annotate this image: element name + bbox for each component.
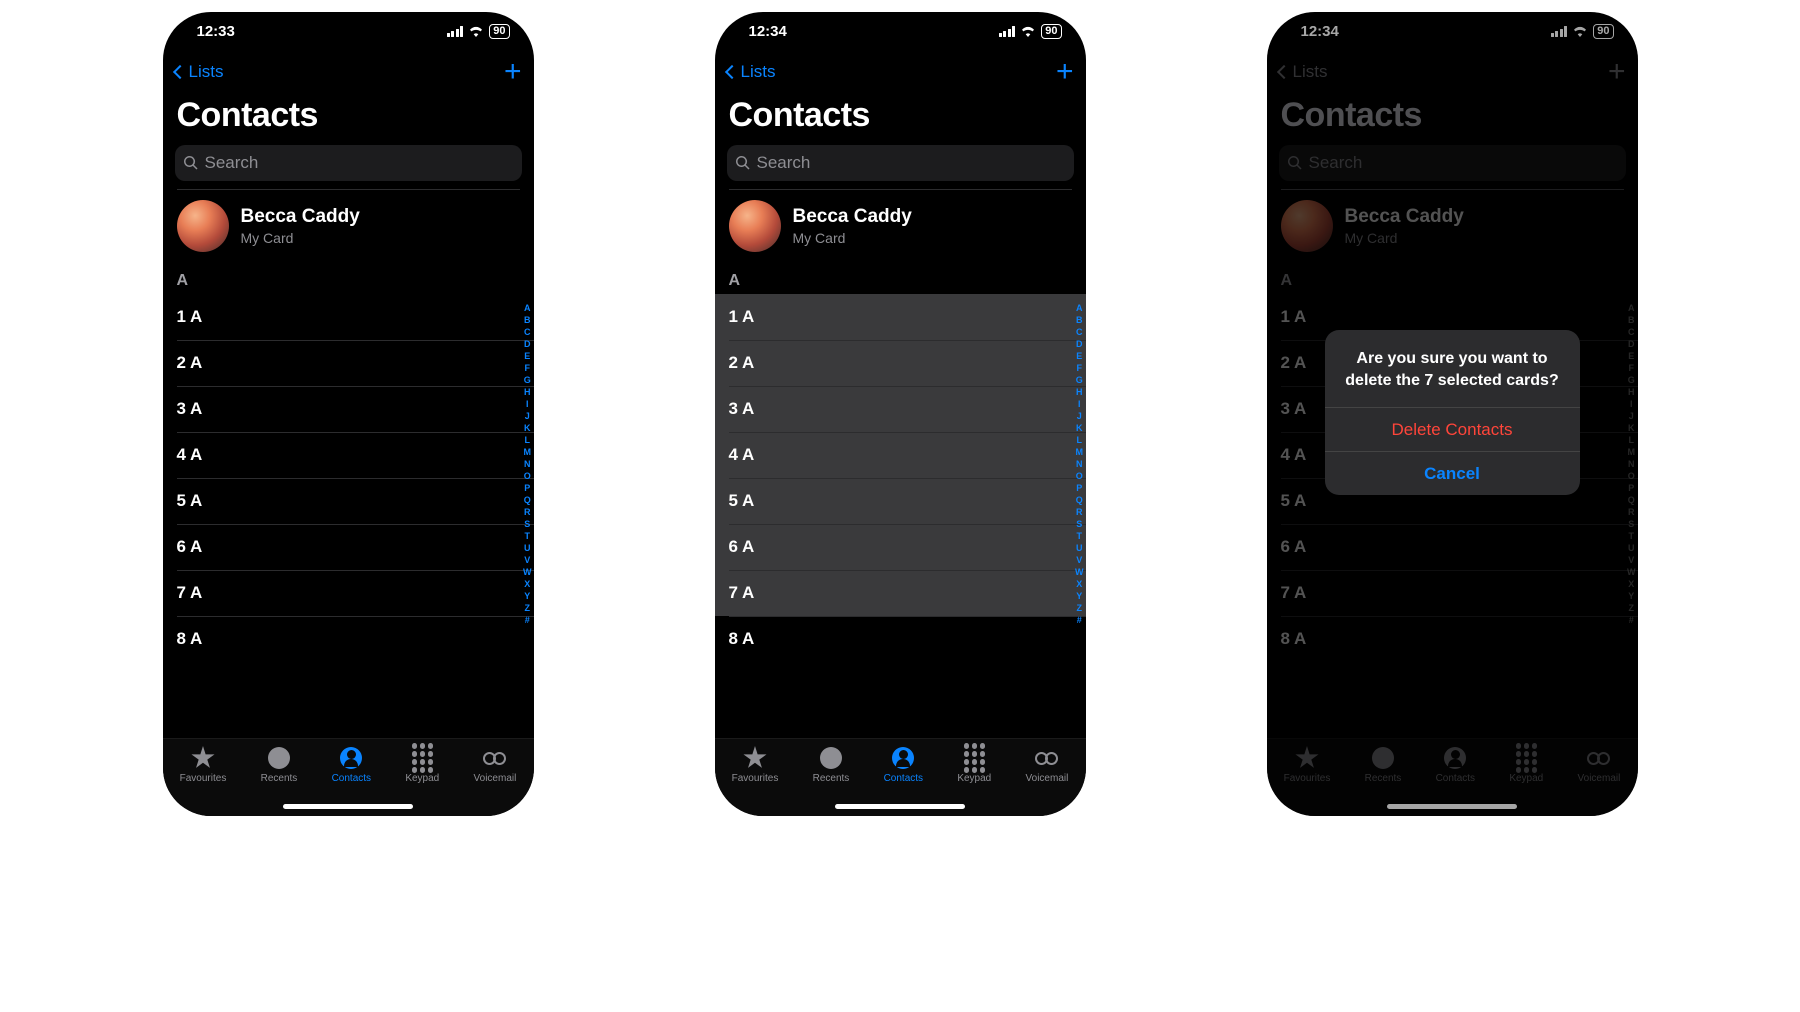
contact-row[interactable]: 8 A bbox=[715, 616, 1086, 662]
star-icon bbox=[191, 746, 215, 770]
status-bar: 12:33 90 bbox=[163, 12, 534, 50]
search-placeholder: Search bbox=[205, 153, 259, 173]
phone-screen-3: 12:34 90 Lists + Contacts Search Becca C… bbox=[1267, 12, 1638, 816]
contact-row[interactable]: 7 A bbox=[715, 570, 1086, 616]
contact-row[interactable]: 3 A bbox=[715, 386, 1086, 432]
search-icon bbox=[183, 155, 199, 171]
my-card-row[interactable]: Becca Caddy My Card bbox=[715, 190, 1086, 266]
contact-row[interactable]: 4 A bbox=[163, 432, 534, 478]
contact-row[interactable]: 5 A bbox=[715, 478, 1086, 524]
back-label: Lists bbox=[189, 62, 224, 82]
alert-message: Are you sure you want to delete the 7 se… bbox=[1325, 330, 1580, 407]
contact-row[interactable]: 7 A bbox=[163, 570, 534, 616]
person-icon bbox=[340, 747, 362, 769]
wifi-icon bbox=[468, 25, 484, 37]
avatar bbox=[177, 200, 229, 252]
contact-row[interactable]: 2 A bbox=[163, 340, 534, 386]
back-label: Lists bbox=[741, 62, 776, 82]
phone-screen-2: 12:34 90 Lists + Contacts Search Becca C… bbox=[715, 12, 1086, 816]
star-icon bbox=[743, 746, 767, 770]
my-card-sub: My Card bbox=[241, 230, 360, 246]
status-bar: 12:34 90 bbox=[715, 12, 1086, 50]
status-time: 12:34 bbox=[749, 23, 787, 40]
person-icon bbox=[892, 747, 914, 769]
chevron-left-icon bbox=[724, 65, 738, 79]
alert-overlay: Are you sure you want to delete the 7 se… bbox=[1267, 12, 1638, 816]
keypad-icon bbox=[412, 743, 434, 773]
contact-row[interactable]: 4 A bbox=[715, 432, 1086, 478]
contact-list[interactable]: 1 A2 A3 A4 A5 A6 A7 A8 A bbox=[715, 294, 1086, 738]
contact-row[interactable]: 6 A bbox=[715, 524, 1086, 570]
cancel-button[interactable]: Cancel bbox=[1325, 451, 1580, 495]
cellular-icon bbox=[447, 26, 464, 37]
add-button[interactable]: + bbox=[504, 57, 522, 87]
clock-icon bbox=[820, 747, 842, 769]
add-button[interactable]: + bbox=[1056, 57, 1074, 87]
nav-bar: Lists + bbox=[715, 50, 1086, 94]
home-indicator[interactable] bbox=[835, 804, 965, 809]
voicemail-icon bbox=[483, 752, 506, 765]
my-card-name: Becca Caddy bbox=[241, 206, 360, 229]
section-index[interactable]: ABCDEFGHIJKLMNOPQRSTUVWXYZ# bbox=[1075, 302, 1084, 626]
section-header: A bbox=[163, 266, 534, 294]
search-placeholder: Search bbox=[757, 153, 811, 173]
my-card-name: Becca Caddy bbox=[793, 206, 912, 229]
page-title: Contacts bbox=[163, 94, 534, 141]
voicemail-icon bbox=[1035, 752, 1058, 765]
contact-row[interactable]: 5 A bbox=[163, 478, 534, 524]
search-field[interactable]: Search bbox=[175, 145, 522, 181]
battery-icon: 90 bbox=[489, 24, 509, 39]
status-time: 12:33 bbox=[197, 23, 235, 40]
tab-voicemail[interactable]: Voicemail bbox=[474, 745, 517, 816]
status-indicators: 90 bbox=[447, 24, 510, 39]
contact-row[interactable]: 1 A bbox=[715, 294, 1086, 340]
cellular-icon bbox=[999, 26, 1016, 37]
section-index[interactable]: ABCDEFGHIJKLMNOPQRSTUVWXYZ# bbox=[523, 302, 532, 626]
section-header: A bbox=[715, 266, 1086, 294]
delete-alert: Are you sure you want to delete the 7 se… bbox=[1325, 330, 1580, 495]
tab-voicemail[interactable]: Voicemail bbox=[1026, 745, 1069, 816]
my-card-sub: My Card bbox=[793, 230, 912, 246]
chevron-left-icon bbox=[172, 65, 186, 79]
contact-row[interactable]: 3 A bbox=[163, 386, 534, 432]
contact-list[interactable]: 1 A2 A3 A4 A5 A6 A7 A8 A bbox=[163, 294, 534, 738]
contact-row[interactable]: 6 A bbox=[163, 524, 534, 570]
delete-contacts-button[interactable]: Delete Contacts bbox=[1325, 407, 1580, 451]
wifi-icon bbox=[1020, 25, 1036, 37]
nav-bar: Lists + bbox=[163, 50, 534, 94]
back-button[interactable]: Lists bbox=[175, 62, 224, 82]
battery-icon: 90 bbox=[1041, 24, 1061, 39]
back-button[interactable]: Lists bbox=[727, 62, 776, 82]
phone-screen-1: 12:33 90 Lists + Contacts Search Becca C… bbox=[163, 12, 534, 816]
tab-favourites[interactable]: Favourites bbox=[732, 745, 779, 816]
home-indicator[interactable] bbox=[283, 804, 413, 809]
contact-row[interactable]: 1 A bbox=[163, 294, 534, 340]
status-indicators: 90 bbox=[999, 24, 1062, 39]
clock-icon bbox=[268, 747, 290, 769]
avatar bbox=[729, 200, 781, 252]
tab-favourites[interactable]: Favourites bbox=[180, 745, 227, 816]
contact-row[interactable]: 8 A bbox=[163, 616, 534, 662]
search-icon bbox=[735, 155, 751, 171]
keypad-icon bbox=[964, 743, 986, 773]
contact-row[interactable]: 2 A bbox=[715, 340, 1086, 386]
page-title: Contacts bbox=[715, 94, 1086, 141]
search-field[interactable]: Search bbox=[727, 145, 1074, 181]
my-card-row[interactable]: Becca Caddy My Card bbox=[163, 190, 534, 266]
